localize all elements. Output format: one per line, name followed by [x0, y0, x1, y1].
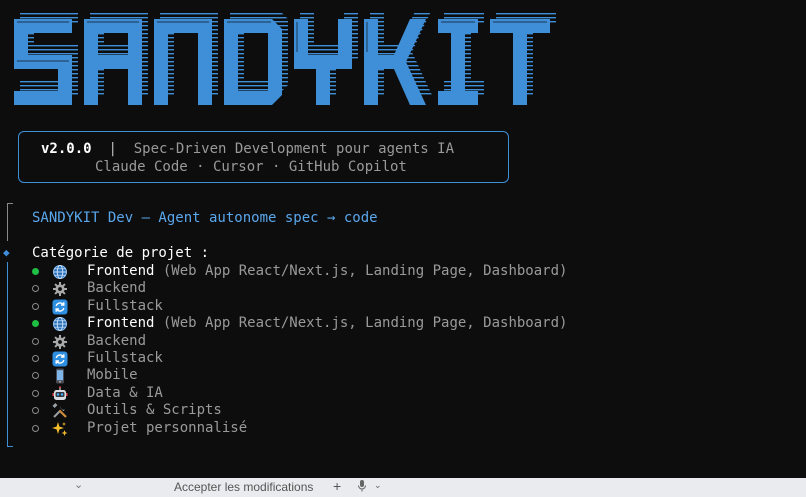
gear-icon: [52, 334, 68, 350]
supported-tools: Claude Code · Cursor · GitHub Copilot: [95, 159, 407, 175]
option-label: Backend: [87, 280, 146, 297]
radio-selected-icon[interactable]: [32, 268, 39, 275]
option-name: Data & IA: [87, 384, 163, 401]
radio-unselected-icon[interactable]: [32, 354, 39, 362]
option-label: Projet personnalisé: [87, 420, 247, 437]
separator: |: [108, 141, 117, 157]
agent-title: SANDYKIT Dev — Agent autonome spec → cod…: [32, 210, 378, 226]
option-name: Frontend: [87, 315, 155, 332]
version-line: v2.0.0 | Spec-Driven Development pour ag…: [41, 140, 454, 158]
mobile-phone-icon: [52, 368, 68, 384]
version-info-box: v2.0.0 | Spec-Driven Development pour ag…: [18, 131, 509, 183]
radio-unselected-icon[interactable]: [32, 302, 39, 310]
version-label: v2.0.0: [41, 141, 92, 157]
option-hint: (Web App React/Next.js, Landing Page, Da…: [154, 263, 568, 279]
microphone-options-chevron-icon[interactable]: ⌄: [374, 480, 382, 491]
sandykit-ascii-banner: [14, 13, 574, 113]
tools-icon: [52, 403, 68, 419]
radio-unselected-icon[interactable]: [32, 372, 39, 380]
gear-icon: [52, 281, 68, 297]
accept-changes-button[interactable]: Accepter les modifications: [174, 480, 313, 494]
terminal-window: v2.0.0 | Spec-Driven Development pour ag…: [0, 0, 806, 478]
refresh-icon: [52, 299, 68, 315]
option-label: Backend: [87, 333, 146, 350]
prompt-question: Catégorie de projet :: [32, 245, 210, 261]
add-button[interactable]: +: [333, 478, 341, 494]
active-step-diamond-icon: ◆: [3, 246, 10, 259]
option-name: Fullstack: [87, 349, 163, 366]
option-label: Fullstack: [87, 350, 163, 367]
option-label: Data & IA: [87, 385, 163, 402]
option-label: Outils & Scripts: [87, 402, 222, 419]
prompt-rail-top: [7, 203, 13, 241]
option-label: Frontend (Web App React/Next.js, Landing…: [87, 263, 567, 280]
chevron-down-icon[interactable]: ⌄: [74, 478, 83, 491]
editor-bottom-bar: ⌄ Accepter les modifications + ⌄: [0, 478, 806, 497]
radio-unselected-icon[interactable]: [32, 407, 39, 415]
radio-unselected-icon[interactable]: [32, 285, 39, 293]
option-name: Projet personnalisé: [87, 419, 248, 436]
sparkles-icon: [52, 421, 68, 437]
prompt-rail-bottom: [7, 262, 13, 447]
option-name: Backend: [87, 332, 147, 349]
robot-icon: [52, 385, 68, 402]
radio-selected-icon[interactable]: [32, 320, 39, 328]
refresh-icon: [52, 351, 68, 367]
option-name: Frontend: [87, 263, 155, 279]
globe-icon: [52, 264, 68, 280]
option-label: Mobile: [87, 367, 138, 384]
option-label: Fullstack: [87, 298, 163, 315]
option-hint: (Web App React/Next.js, Landing Page, Da…: [154, 315, 568, 332]
option-label: Frontend (Web App React/Next.js, Landing…: [87, 315, 567, 332]
option-name: Mobile: [87, 367, 138, 384]
globe-icon: [52, 316, 68, 332]
option-name: Backend: [87, 280, 147, 297]
microphone-icon[interactable]: [357, 479, 367, 493]
radio-unselected-icon[interactable]: [32, 337, 39, 345]
tagline: Spec-Driven Development pour agents IA: [133, 141, 455, 157]
option-name: Fullstack: [87, 297, 163, 314]
option-name: Outils & Scripts: [87, 402, 222, 419]
radio-unselected-icon[interactable]: [32, 389, 39, 397]
radio-unselected-icon[interactable]: [32, 424, 39, 432]
